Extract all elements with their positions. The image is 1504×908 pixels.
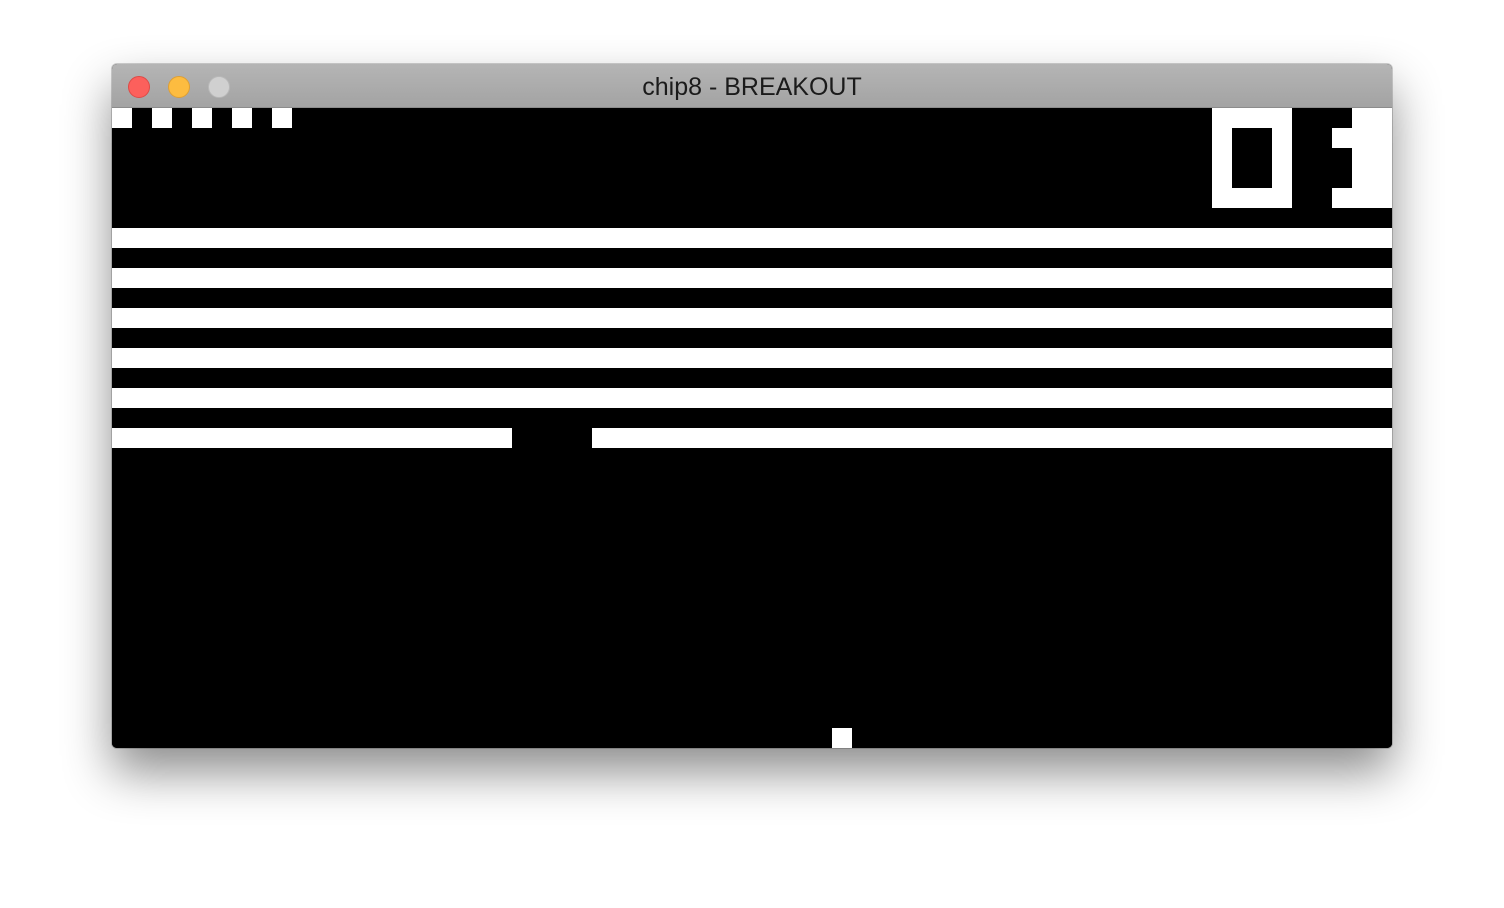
life-marker bbox=[232, 108, 252, 128]
brick-segment bbox=[592, 428, 1392, 448]
brick-row bbox=[112, 428, 1392, 448]
chip8-display bbox=[112, 108, 1392, 748]
life-marker bbox=[272, 108, 292, 128]
brick-row bbox=[112, 268, 1392, 288]
window-title: chip8 - BREAKOUT bbox=[642, 73, 862, 101]
brick-row bbox=[112, 308, 1392, 328]
brick-segment bbox=[112, 428, 512, 448]
brick-row bbox=[112, 388, 1392, 408]
game-screen[interactable] bbox=[112, 108, 1392, 748]
life-marker bbox=[192, 108, 212, 128]
ball bbox=[832, 728, 852, 748]
title-bar[interactable]: chip8 - BREAKOUT bbox=[112, 64, 1392, 108]
life-marker bbox=[152, 108, 172, 128]
app-window: chip8 - BREAKOUT bbox=[112, 64, 1392, 748]
brick-row bbox=[112, 228, 1392, 248]
life-marker bbox=[112, 108, 132, 128]
brick-row bbox=[112, 348, 1392, 368]
